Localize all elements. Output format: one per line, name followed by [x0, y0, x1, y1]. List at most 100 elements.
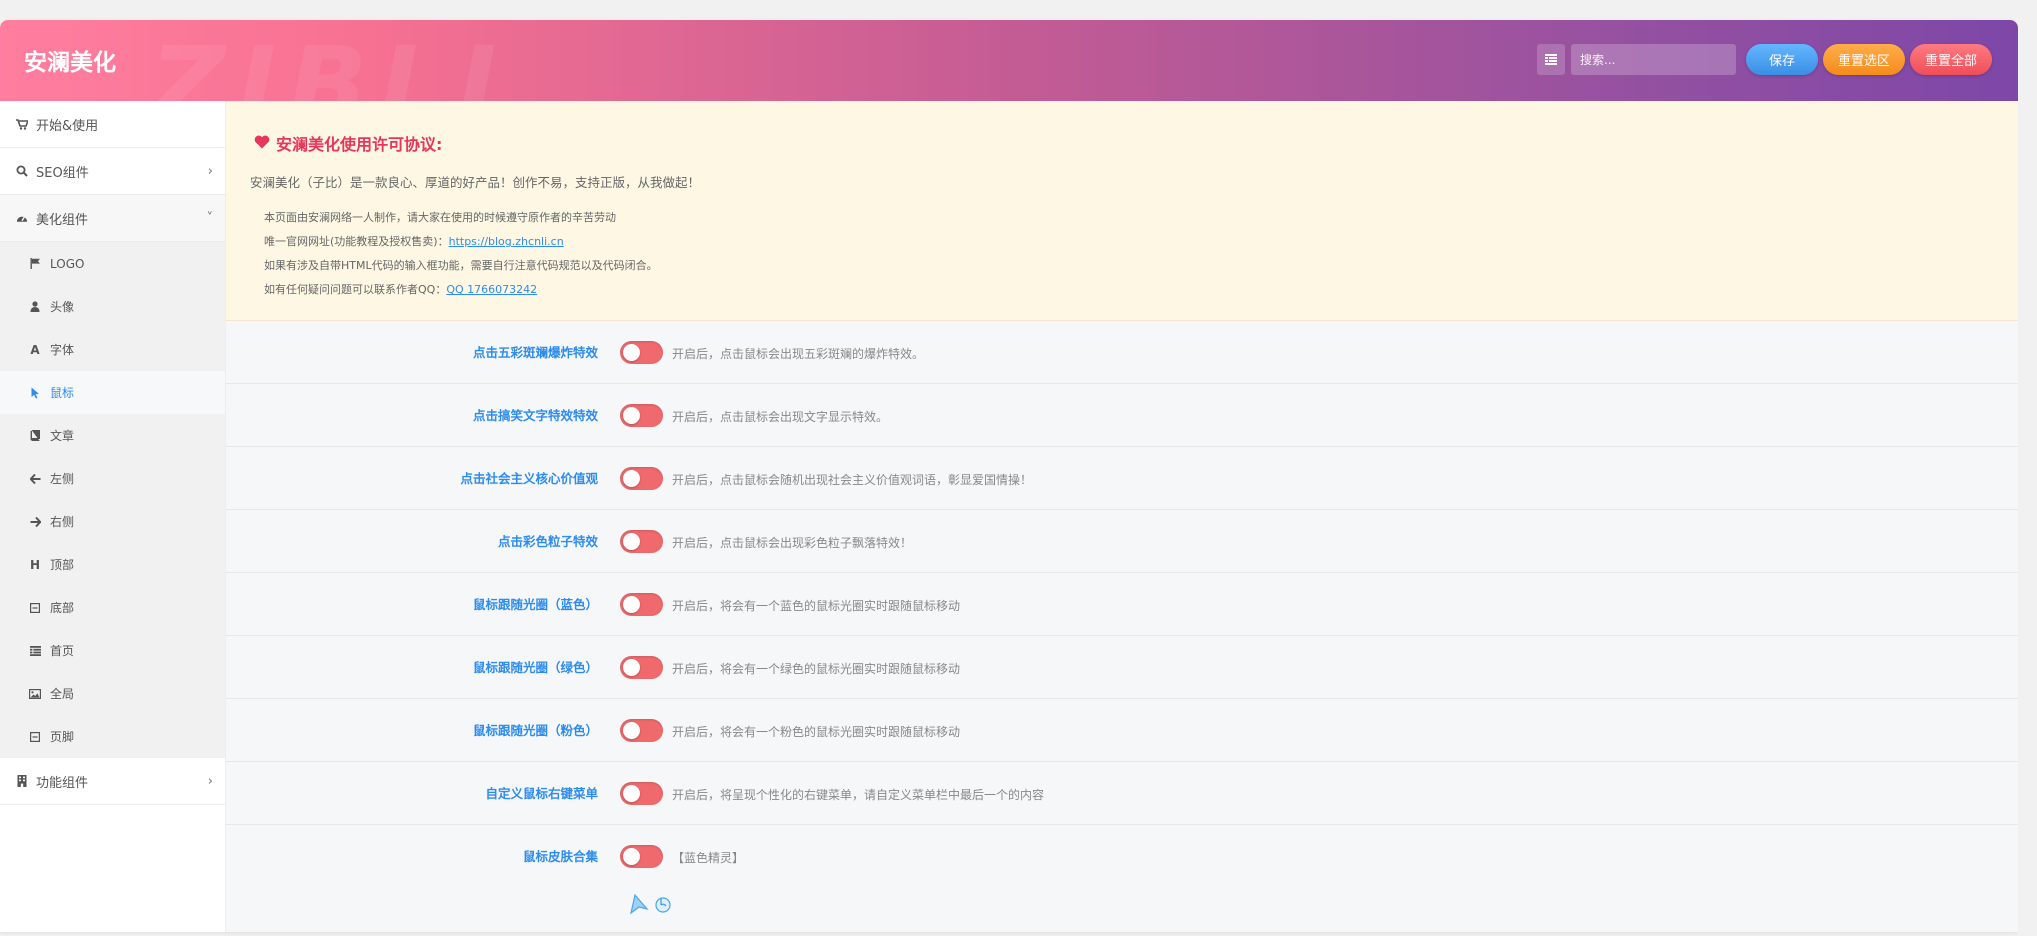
header-icon: H [29, 557, 41, 572]
official-site-link[interactable]: https://blog.zhcnli.cn [449, 235, 564, 248]
sidebar-item-label: 全局 [50, 687, 75, 701]
minus-square-icon [29, 602, 41, 613]
option-description: 开启后，点击鼠标会出现文字显示特效。 [672, 410, 889, 424]
option-description: 开启后，将呈现个性化的右键菜单，请自定义菜单栏中最后一个的内容 [672, 788, 1045, 802]
option-label: 点击搞笑文字特效特效 [472, 408, 598, 423]
user-icon [29, 301, 41, 312]
option-description: 开启后，点击鼠标会出现彩色粒子飘落特效！ [672, 536, 913, 550]
reset-section-button[interactable]: 重置选区 [1823, 44, 1905, 75]
sidebar-item-global[interactable]: 全局 [0, 672, 225, 715]
sidebar-item-label: 首页 [50, 644, 75, 658]
notice-intro: 安澜美化（子比）是一款良心、厚道的好产品！创作不易，支持正版，从我做起！ [250, 175, 701, 190]
minus-square-icon [29, 731, 41, 742]
font-icon: A [30, 342, 40, 357]
option-label: 自定义鼠标右键菜单 [485, 786, 598, 801]
sidebar-item-label: 功能组件 [36, 775, 89, 791]
sidebar-item-cursor[interactable]: 鼠标 [0, 371, 225, 414]
notice-line: 如果有涉及自带HTML代码的输入框功能，需要自行注意代码规范以及代码闭合。 [264, 259, 658, 272]
chevron-down-icon: ˅ [206, 210, 214, 226]
toggle-switch[interactable] [620, 656, 663, 679]
sidebar-item-label: 底部 [50, 601, 75, 615]
option-row: 鼠标跟随光圈（粉色） 开启后，将会有一个粉色的鼠标光圈实时跟随鼠标移动 [226, 699, 2018, 762]
expand-all-button[interactable] [1537, 44, 1565, 75]
reset-all-button[interactable]: 重置全部 [1910, 44, 1992, 75]
option-label: 鼠标跟随光圈（粉色） [472, 723, 598, 738]
flag-icon [29, 258, 41, 269]
sidebar-item-label: 顶部 [50, 558, 75, 572]
toggle-switch[interactable] [620, 593, 663, 616]
sidebar-item-logo[interactable]: LOGO [0, 242, 225, 285]
building-icon [16, 775, 28, 787]
toggle-switch[interactable] [620, 341, 663, 364]
list-icon [1545, 54, 1557, 65]
chevron-right-icon: › [207, 773, 213, 789]
sidebar-item-footer[interactable]: 页脚 [0, 715, 225, 758]
option-label: 点击社会主义核心价值观 [460, 471, 598, 486]
sidebar-item-label: 文章 [50, 429, 75, 443]
sidebar-item-right[interactable]: 右侧 [0, 500, 225, 543]
cart-icon [16, 118, 28, 130]
sidebar-item-beautify[interactable]: 美化组件 ˅ [0, 195, 225, 242]
toggle-switch[interactable] [620, 782, 663, 805]
sidebar-item-font[interactable]: A 字体 [0, 328, 225, 371]
sidebar-item-left[interactable]: 左侧 [0, 457, 225, 500]
sidebar-item-bottom[interactable]: 底部 [0, 586, 225, 629]
sidebar-item-label: LOGO [50, 256, 85, 271]
toggle-switch[interactable] [620, 404, 663, 427]
sidebar-item-label: 美化组件 [36, 212, 89, 228]
dashboard-icon [16, 213, 28, 223]
sidebar-item-label: 页脚 [50, 730, 75, 744]
notice-line: 本页面由安澜网络一人制作，请大家在使用的时候遵守原作者的辛苦劳动 [264, 211, 616, 224]
app-title: 安澜美化 [24, 50, 116, 76]
sidebar-item-start[interactable]: 开始&使用 [0, 101, 225, 148]
sidebar-item-label: 右侧 [50, 515, 75, 529]
sidebar-item-article[interactable]: 文章 [0, 414, 225, 457]
search-input[interactable] [1571, 44, 1736, 75]
blue-arrow-cursor-icon [630, 893, 649, 915]
option-description: 开启后，点击鼠标会随机出现社会主义价值观词语，彰显爱国情操！ [672, 473, 1033, 487]
option-label: 点击五彩斑斓爆炸特效 [472, 345, 598, 360]
sidebar-item-avatar[interactable]: 头像 [0, 285, 225, 328]
arrow-right-icon [29, 516, 41, 527]
header-toolbar: 保存 重置选区 重置全部 [1537, 43, 1992, 76]
cursor-icon [29, 387, 41, 399]
option-row: 鼠标皮肤合集 【蓝色精灵】 [226, 825, 2018, 932]
option-description: 开启后，点击鼠标会出现五彩斑斓的爆炸特效。 [672, 347, 925, 361]
toggle-switch[interactable] [620, 530, 663, 553]
notice-lines: 本页面由安澜网络一人制作，请大家在使用的时候遵守原作者的辛苦劳动 唯一官网网址(… [264, 206, 1988, 302]
notice-title: 安澜美化使用许可协议: [254, 131, 1988, 155]
notice-line: 如有任何疑问问题可以联系作者QQ：QQ 1766073242 [264, 283, 538, 296]
header-watermark: ZIBLL [150, 24, 536, 101]
sidebar-item-home[interactable]: 首页 [0, 629, 225, 672]
option-description: 开启后，将会有一个粉色的鼠标光圈实时跟随鼠标移动 [672, 725, 961, 739]
sidebar-item-seo[interactable]: SEO组件 › [0, 148, 225, 195]
option-row: 鼠标跟随光圈（蓝色） 开启后，将会有一个蓝色的鼠标光圈实时跟随鼠标移动 [226, 573, 2018, 636]
sidebar-item-top[interactable]: H 顶部 [0, 543, 225, 586]
sidebar-item-label: 鼠标 [50, 386, 75, 400]
toggle-switch[interactable] [620, 845, 663, 868]
blue-hand-cursor-icon [655, 897, 671, 913]
sidebar-item-label: 字体 [50, 343, 75, 357]
sidebar-item-label: SEO组件 [36, 165, 89, 181]
save-button[interactable]: 保存 [1746, 44, 1818, 75]
option-label: 鼠标跟随光圈（蓝色） [472, 597, 598, 612]
option-description: 开启后，将会有一个绿色的鼠标光圈实时跟随鼠标移动 [672, 662, 961, 676]
chevron-right-icon: › [207, 163, 213, 179]
cursor-skin-preview [629, 893, 677, 915]
sidebar: 开始&使用 SEO组件 › 美化组件 ˅ LOGO 头像 A 字体 鼠标 文章 … [0, 101, 226, 932]
sidebar-item-label: 头像 [50, 300, 75, 314]
option-label: 点击彩色粒子特效 [497, 534, 598, 549]
image-icon [29, 688, 41, 699]
license-notice: 安澜美化使用许可协议: 安澜美化（子比）是一款良心、厚道的好产品！创作不易，支持… [226, 101, 2018, 321]
list-icon [29, 645, 41, 656]
qq-contact-link[interactable]: QQ 1766073242 [446, 283, 537, 296]
sidebar-item-functions[interactable]: 功能组件 › [0, 758, 225, 805]
toggle-switch[interactable] [620, 719, 663, 742]
option-row: 点击搞笑文字特效特效 开启后，点击鼠标会出现文字显示特效。 [226, 384, 2018, 447]
option-row: 鼠标跟随光圈（绿色） 开启后，将会有一个绿色的鼠标光圈实时跟随鼠标移动 [226, 636, 2018, 699]
sidebar-item-label: 左侧 [50, 472, 75, 486]
toggle-switch[interactable] [620, 467, 663, 490]
options-list: 点击五彩斑斓爆炸特效 开启后，点击鼠标会出现五彩斑斓的爆炸特效。 点击搞笑文字特… [226, 321, 2018, 932]
page-margin [2018, 0, 2037, 936]
book-icon [29, 430, 41, 441]
